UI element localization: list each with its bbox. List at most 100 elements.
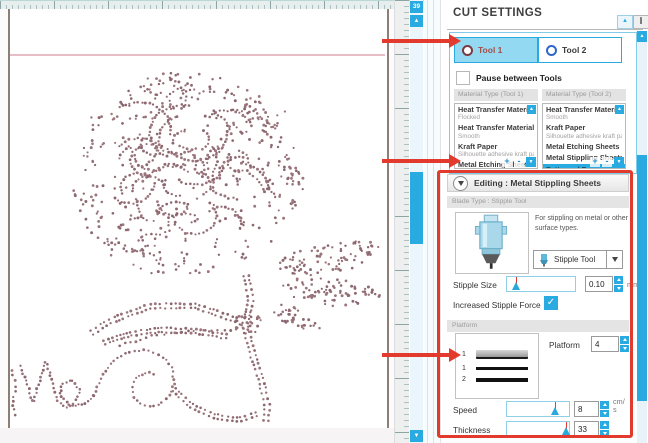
canvas-workspace[interactable]	[0, 0, 394, 443]
app-window: 39 ▲ ▼ CUT SETTINGS ▲ Tool 1 Tool 2	[0, 0, 648, 443]
checkmark-icon: ✓	[547, 297, 555, 308]
thickness-input[interactable]: 33	[574, 421, 599, 437]
blade-type-header: Blade Type : Stipple Tool	[447, 196, 629, 208]
tool-dropdown-label: Stipple Tool	[554, 255, 606, 264]
dropdown-arrow-button[interactable]	[606, 251, 622, 268]
list-scroll-up-icon[interactable]: ▲	[615, 105, 624, 114]
stipple-tool-image-box	[455, 212, 529, 274]
material-item[interactable]: Heat Transfer MaterialFlocked	[455, 104, 537, 122]
remove-material-button[interactable]: -	[514, 157, 524, 167]
material-item[interactable]: Heat Transfer MaterialSmooth	[543, 104, 625, 122]
scroll-up-button[interactable]: ▲	[410, 15, 423, 27]
speed-label: Speed	[453, 405, 477, 415]
panel-scrollbar-thumb[interactable]	[637, 155, 647, 401]
stipple-tool-illustration	[456, 213, 526, 271]
pause-label: Pause between Tools	[476, 73, 562, 83]
slider-handle-icon	[562, 427, 570, 435]
stipple-size-label: Stipple Size	[453, 280, 497, 290]
platform-section-header: Platform	[447, 320, 629, 332]
material-header-tool1: Material Type (Tool 1)	[454, 89, 538, 101]
list-scroll-down-icon[interactable]: ▼	[614, 157, 624, 167]
slider-handle-icon	[551, 407, 559, 415]
stipple-size-input[interactable]: 0.10	[585, 276, 613, 292]
canvas-scrollbar[interactable]: 39 ▲ ▼	[410, 0, 423, 443]
speed-input[interactable]: 8	[574, 401, 599, 417]
platform-row: 2	[462, 376, 528, 383]
lock-icon	[640, 18, 642, 24]
tool1-radio-icon	[462, 45, 473, 56]
panel-divider	[447, 29, 643, 30]
panel-collapse-button[interactable]: ▲	[617, 15, 633, 29]
platform-bar-icon	[476, 378, 528, 382]
speed-stepper[interactable]	[600, 401, 609, 417]
thickness-label: Thickness	[453, 425, 490, 435]
tab-tool-1[interactable]: Tool 1	[454, 37, 538, 63]
vertical-ruler	[394, 0, 409, 443]
chevron-down-icon	[612, 257, 618, 262]
material-list-tool1[interactable]: ▲ + - ▼ Heat Transfer MaterialFlockedHea…	[454, 103, 538, 169]
platform-bar-icon	[476, 350, 528, 359]
scrollbar-thumb[interactable]	[410, 172, 423, 244]
material-list-tool2[interactable]: ▲ + - ▼ Heat Transfer MaterialSmoothKraf…	[542, 103, 626, 169]
stepper-up-icon[interactable]	[614, 276, 623, 284]
platform-row: 1	[462, 350, 528, 359]
list-scroll-up-icon[interactable]: ▲	[527, 105, 536, 114]
platform-diagram-box: 1 1 2	[455, 333, 539, 399]
tool2-radio-icon	[546, 45, 557, 56]
increased-force-checkbox[interactable]: ✓	[544, 296, 558, 310]
material-header-tool2: Material Type (Tool 2)	[542, 89, 626, 101]
stepper-up-icon[interactable]	[600, 401, 609, 409]
page-area	[8, 0, 389, 430]
stipple-size-slider[interactable]	[506, 276, 576, 292]
stipple-tool-icon	[536, 253, 552, 267]
editing-header-label: Editing : Metal Stippling Sheets	[474, 178, 601, 188]
platform-row: 1	[462, 365, 528, 372]
chevron-down-icon	[458, 181, 464, 186]
workspace-bottom-strip	[0, 428, 394, 443]
panel-scrollbar[interactable]: ▲	[637, 31, 647, 443]
stepper-down-icon[interactable]	[614, 285, 623, 293]
tool-description: For stippling on metal or other surface …	[535, 214, 631, 234]
horizontal-ruler	[0, 0, 424, 9]
tool2-label: Tool 2	[562, 45, 586, 55]
slider-handle-icon	[512, 282, 520, 290]
platform-bar-icon	[476, 367, 528, 370]
platform-stepper[interactable]	[620, 336, 629, 352]
panel-pin-button[interactable]	[633, 15, 648, 29]
collapse-section-button[interactable]	[453, 176, 468, 191]
splitter-line	[427, 0, 428, 443]
scroll-badge: 39	[410, 1, 423, 13]
thickness-slider[interactable]	[506, 421, 570, 437]
editing-section-header[interactable]: Editing : Metal Stippling Sheets	[447, 174, 629, 192]
platform-label: Platform	[549, 340, 580, 350]
thickness-stepper[interactable]	[600, 421, 609, 437]
list-scroll-down-icon[interactable]: ▼	[526, 157, 536, 167]
cut-settings-panel: CUT SETTINGS ▲ Tool 1 Tool 2 Pause betwe…	[440, 0, 648, 443]
platform-input[interactable]: 4	[591, 336, 619, 352]
stipple-tool-dropdown[interactable]: Stipple Tool	[533, 250, 623, 269]
remove-material-button[interactable]: -	[602, 157, 612, 167]
material-item[interactable]: Heat Transfer MaterialSmooth	[455, 122, 537, 140]
stepper-down-icon[interactable]	[620, 345, 629, 353]
speed-unit: cm/s	[613, 398, 626, 414]
panel-splitter[interactable]	[424, 0, 440, 443]
stepper-up-icon[interactable]	[600, 421, 609, 429]
pause-between-tools-row: Pause between Tools	[456, 71, 562, 85]
stepper-up-icon[interactable]	[620, 336, 629, 344]
material-item[interactable]: Kraft PaperSilhouette adhesive kraft pap	[543, 122, 625, 140]
material-item[interactable]: Metal Etching Sheets	[543, 141, 625, 152]
tab-tool-2[interactable]: Tool 2	[538, 37, 622, 63]
stepper-down-icon[interactable]	[600, 430, 609, 438]
panel-scroll-up-button[interactable]: ▲	[637, 31, 647, 42]
triangle-up-icon: ▲	[622, 18, 628, 24]
panel-title: CUT SETTINGS	[453, 7, 542, 19]
add-material-button[interactable]: +	[502, 157, 512, 167]
add-material-button[interactable]: +	[590, 157, 600, 167]
tool1-label: Tool 1	[478, 45, 502, 55]
pause-checkbox[interactable]	[456, 71, 470, 85]
stipple-size-stepper[interactable]	[614, 276, 623, 292]
scroll-down-button[interactable]: ▼	[410, 430, 423, 442]
stepper-down-icon[interactable]	[600, 410, 609, 418]
tools-box: Tool 1 Tool 2 Pause between Tools Materi…	[449, 32, 637, 174]
speed-slider[interactable]	[506, 401, 570, 417]
